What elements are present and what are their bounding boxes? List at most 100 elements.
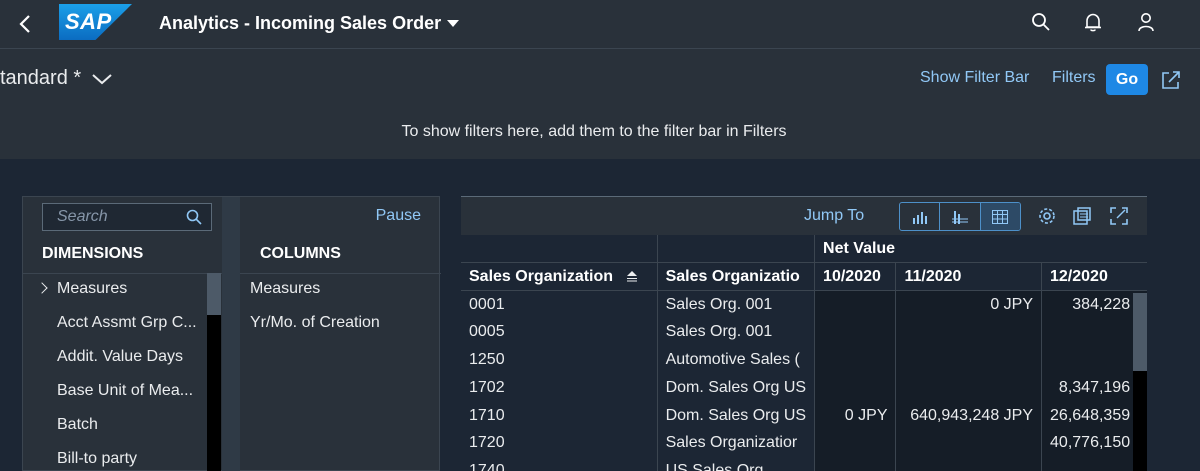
chevron-down-icon <box>92 73 112 84</box>
chart-table-view-button[interactable] <box>940 203 981 230</box>
org-name-cell: Dom. Sales Org US <box>656 373 815 402</box>
dimension-label: Acct Assmt Grp C... <box>57 314 197 331</box>
search-icon[interactable] <box>185 208 203 226</box>
period-header[interactable]: 12/2020 <box>1041 262 1147 292</box>
dimension-label: Base Unit of Mea... <box>57 382 194 399</box>
dimension-label: Measures <box>57 280 128 297</box>
dimension-label: Addit. Value Days <box>57 348 183 365</box>
column-label: Measures <box>250 280 321 297</box>
filters-link[interactable]: Filters <box>1052 69 1096 87</box>
org-name-cell: Sales Org. 001 <box>656 318 815 347</box>
value-cell <box>895 318 1042 347</box>
value-cell <box>1041 457 1147 471</box>
caret-down-icon <box>447 19 460 27</box>
dimension-item[interactable]: Acct Assmt Grp C... <box>23 311 222 345</box>
org-cell: 1702 <box>461 373 658 402</box>
app-title: Analytics - Incoming Sales Order <box>159 12 442 33</box>
measure-header-row: Net Value <box>461 235 1147 264</box>
value-cell <box>895 457 1042 471</box>
header-label: Sales Organization <box>469 267 614 285</box>
empty-header-cell <box>461 235 658 264</box>
sales-organization-name-header[interactable]: Sales Organizatio <box>656 262 815 292</box>
sales-organization-header[interactable]: Sales Organization <box>461 262 658 292</box>
table-row[interactable]: 0001 Sales Org. 001 0 JPY 384,228 . <box>461 290 1147 319</box>
org-cell: 1250 <box>461 346 658 374</box>
bar-chart-icon <box>912 211 927 224</box>
sap-logo[interactable]: SAP <box>59 4 132 40</box>
period-header[interactable]: 10/2020 <box>814 262 896 292</box>
export-icon[interactable] <box>1071 205 1093 227</box>
scrollbar-thumb[interactable] <box>1133 293 1147 371</box>
table-scrollbar[interactable] <box>1133 293 1147 471</box>
value-cell: 640,943,248 JPY <box>895 401 1042 430</box>
dimensions-scrollbar[interactable] <box>207 273 221 471</box>
org-name-cell: Automotive Sales ( <box>656 346 815 374</box>
value-cell <box>895 373 1042 402</box>
share-icon[interactable] <box>1160 69 1182 91</box>
pause-button[interactable]: Pause <box>376 207 421 225</box>
org-cell: 1740 <box>461 457 658 471</box>
gear-icon[interactable] <box>1036 205 1058 227</box>
variant-selector[interactable]: tandard * <box>0 67 113 90</box>
column-item-measures[interactable]: Measures <box>240 277 441 311</box>
pivot-grid: Net Value Sales Organization Sales Organ… <box>461 235 1147 471</box>
show-filter-bar-link[interactable]: Show Filter Bar <box>920 69 1029 87</box>
back-arrow-icon[interactable] <box>14 10 38 38</box>
table-row[interactable]: 1720 Sales Organizatior 40,776,150 . <box>461 429 1147 458</box>
value-cell <box>1041 346 1147 374</box>
table-row[interactable]: 1250 Automotive Sales ( <box>461 346 1147 374</box>
period-header[interactable]: 11/2020 <box>895 262 1042 292</box>
dimension-item[interactable]: Batch <box>23 413 222 447</box>
panel-splitter[interactable] <box>222 197 240 471</box>
value-cell <box>814 457 896 471</box>
dimension-item-measures[interactable]: Measures <box>23 277 222 311</box>
dimension-list: Measures Acct Assmt Grp C... Addit. Valu… <box>23 277 222 471</box>
chart-table-icon <box>951 210 968 224</box>
value-cell <box>814 290 896 319</box>
table-row[interactable]: 1710 Dom. Sales Org US 0 JPY 640,943,248… <box>461 401 1147 430</box>
org-name-cell: Sales Organizatior <box>656 429 815 458</box>
table-row[interactable]: 1740 US Sales Org <box>461 457 1147 471</box>
app-title-menu[interactable]: Analytics - Incoming Sales Order <box>159 11 460 35</box>
search-input[interactable]: Search <box>42 203 212 231</box>
bell-icon[interactable] <box>1082 11 1104 33</box>
value-cell <box>814 346 896 374</box>
columns-panel: Pause COLUMNS Measures Yr/Mo. of Creatio… <box>240 197 441 471</box>
table-view-button[interactable] <box>980 203 1020 230</box>
value-cell <box>1041 318 1147 347</box>
user-icon[interactable] <box>1135 11 1157 33</box>
search-placeholder: Search <box>57 208 108 225</box>
column-label: Yr/Mo. of Creation <box>250 314 380 331</box>
scrollbar-thumb[interactable] <box>207 273 221 315</box>
value-cell: 8,347,196 . <box>1041 373 1147 402</box>
dimensions-panel: Search DIMENSIONS Measures Acct Assmt Gr… <box>23 197 222 471</box>
table-row[interactable]: 0005 Sales Org. 001 <box>461 318 1147 347</box>
table-row[interactable]: 1702 Dom. Sales Org US 8,347,196 . <box>461 373 1147 402</box>
column-item-yr-mo[interactable]: Yr/Mo. of Creation <box>240 311 441 345</box>
sort-ascending-icon[interactable] <box>626 270 638 282</box>
fullscreen-icon[interactable] <box>1108 205 1130 227</box>
org-cell: 0001 <box>461 290 658 319</box>
dimension-label: Batch <box>57 416 98 433</box>
shell-bar: SAP Analytics - Incoming Sales Order <box>0 0 1200 48</box>
divider <box>240 273 441 274</box>
field-selection-panel: Search DIMENSIONS Measures Acct Assmt Gr… <box>22 196 441 471</box>
org-cell: 0005 <box>461 318 658 347</box>
dimension-item[interactable]: Base Unit of Mea... <box>23 379 222 413</box>
dimension-item[interactable]: Bill-to party <box>23 447 222 471</box>
pivot-toolbar: Jump To <box>461 197 1147 235</box>
chart-view-button[interactable] <box>900 203 941 230</box>
dimensions-title: DIMENSIONS <box>42 245 144 262</box>
search-icon[interactable] <box>1030 11 1052 33</box>
jump-to-link[interactable]: Jump To <box>804 207 864 225</box>
value-cell <box>814 429 896 458</box>
column-list: Measures Yr/Mo. of Creation <box>240 277 441 345</box>
measure-header[interactable]: Net Value <box>814 235 1147 264</box>
empty-header-cell <box>656 235 815 264</box>
go-button[interactable]: Go <box>1106 64 1148 95</box>
dimension-item[interactable]: Addit. Value Days <box>23 345 222 379</box>
org-cell: 1720 <box>461 429 658 458</box>
filter-header: tandard * Show Filter Bar Filters Go To … <box>0 48 1200 159</box>
pivot-table-panel: Jump To Net Value Sales Organization Sal… <box>461 196 1147 471</box>
value-cell <box>814 373 896 402</box>
